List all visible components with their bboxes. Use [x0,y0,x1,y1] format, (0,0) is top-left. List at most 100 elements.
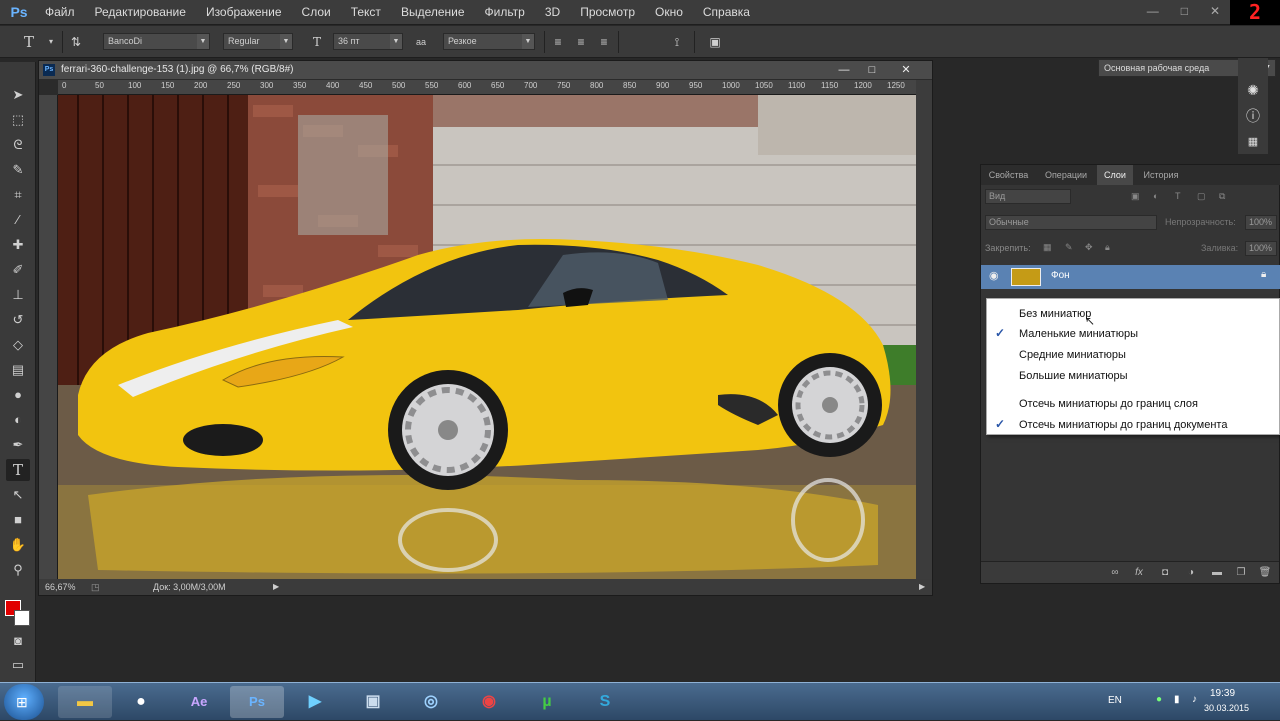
align-left-icon[interactable]: ≡ [549,33,567,51]
zoom-menu-icon[interactable]: ◳ [91,579,100,595]
blur-tool-icon[interactable]: ● [6,384,30,406]
taskbar-skype-icon[interactable]: S [578,686,632,718]
eraser-tool-icon[interactable]: ◇ [6,334,30,356]
tray-network-icon[interactable]: ▮ [1174,694,1180,705]
fill-field[interactable]: 100% [1245,241,1277,256]
font-style-select[interactable]: Regular ▼ [223,33,293,50]
new-group-icon[interactable]: ▬ [1209,565,1225,581]
taskbar-chrome-icon[interactable]: ◉ [462,686,516,718]
zoom-tool-icon[interactable]: ⚲ [6,559,30,581]
gradient-tool-icon[interactable]: ▤ [6,359,30,381]
taskbar-photoshop-icon[interactable]: Ps [230,686,284,718]
filter-pixel-icon[interactable]: ▣ [1131,191,1140,202]
crop-tool-icon[interactable]: ⌗ [6,184,30,206]
lasso-tool-icon[interactable]: ᘓ [6,134,30,156]
brush-tool-icon[interactable]: ✐ [6,259,30,281]
clock-date[interactable]: 30.03.2015 [1204,703,1249,713]
taskbar-utorrent-icon[interactable]: µ [520,686,574,718]
link-layers-icon[interactable]: ∞ [1107,565,1123,581]
type-tool-active-icon[interactable]: T [6,459,30,481]
menu-no-thumbnails[interactable]: Без миниатюр [1019,307,1091,321]
background-color-swatch[interactable] [14,610,30,626]
align-center-icon[interactable]: ≡ [572,33,590,51]
taskbar-terminal-icon[interactable]: ▣ [346,686,400,718]
lock-all-icon[interactable]: 🔒︎ [1105,242,1110,253]
new-layer-icon[interactable]: ❐ [1233,565,1249,581]
tray-volume-icon[interactable]: ♪ [1192,694,1197,705]
lock-position-icon[interactable]: ✥ [1085,242,1093,253]
antialias-select[interactable]: Резкое ▼ [443,33,535,50]
orientation-toggle-icon[interactable]: ⇅ [67,33,85,51]
menu-3d[interactable]: 3D [534,0,569,25]
path-select-tool-icon[interactable]: ↖ [6,484,30,506]
adjustments-icon[interactable]: ✺ [1243,80,1263,100]
font-family-select[interactable]: BancoDi ▼ [103,33,210,50]
menu-file[interactable]: Файл [34,0,84,25]
add-mask-icon[interactable]: ◘ [1157,565,1173,581]
rectangle-tool-icon[interactable]: ■ [6,509,30,531]
visibility-eye-icon[interactable]: ◉ [989,269,999,282]
menu-medium-thumbnails[interactable]: Средние миниатюры [1019,348,1126,362]
image-canvas[interactable] [58,95,916,579]
tool-preset-dropdown-icon[interactable]: ▾ [42,33,60,51]
layer-kind-filter[interactable]: Вид [985,189,1071,204]
menu-type[interactable]: Текст [340,0,390,25]
menu-large-thumbnails[interactable]: Большие миниатюры [1019,369,1128,383]
lock-pixels-icon[interactable]: ✎ [1065,242,1073,253]
maximize-button[interactable]: □ [1181,4,1188,18]
tab-history[interactable]: История [1135,165,1187,185]
language-indicator[interactable]: EN [1108,695,1122,706]
doc-minimize-button[interactable]: — [831,61,857,79]
history-brush-tool-icon[interactable]: ↺ [6,309,30,331]
blend-mode-select[interactable]: Обычные [985,215,1157,230]
align-right-icon[interactable]: ≡ [595,33,613,51]
minimize-button[interactable]: — [1147,4,1159,18]
delete-layer-icon[interactable]: 🗑︎ [1257,565,1273,581]
filter-smart-icon[interactable]: ⧉ [1219,191,1225,202]
filter-type-icon[interactable]: T [1175,191,1181,201]
quick-mask-icon[interactable]: ◙ [6,630,30,652]
lock-transparent-icon[interactable]: ▦ [1043,242,1052,253]
info-icon[interactable]: ⓘ [1243,106,1263,126]
character-panel-icon[interactable]: ▣ [706,33,724,51]
layer-style-icon[interactable]: fx [1131,565,1147,581]
type-tool-icon[interactable]: T [20,33,38,51]
menu-filter[interactable]: Фильтр [474,0,534,25]
font-size-select[interactable]: 36 пт ▼ [333,33,403,50]
menu-clip-to-document[interactable]: Отсечь миниатюры до границ документа [1019,418,1227,432]
menu-small-thumbnails[interactable]: Маленькие миниатюры [1019,327,1138,341]
taskbar-after-effects-icon[interactable]: Ae [172,686,226,718]
menu-select[interactable]: Выделение [390,0,474,25]
taskbar-cinema4d-icon[interactable]: ◎ [404,686,458,718]
tab-actions[interactable]: Операции [1038,165,1094,185]
taskbar-explorer-icon[interactable]: ▬ [58,686,112,718]
menu-clip-to-layer[interactable]: Отсечь миниатюры до границ слоя [1019,397,1198,411]
hand-tool-icon[interactable]: ✋ [6,534,30,556]
menu-layers[interactable]: Слои [291,0,340,25]
opacity-field[interactable]: 100% [1245,215,1277,230]
filter-shape-icon[interactable]: ▢ [1197,191,1206,202]
clone-stamp-tool-icon[interactable]: ⊥ [6,284,30,306]
zoom-level[interactable]: 66,67% [45,579,76,595]
clock-time[interactable]: 19:39 [1210,688,1235,699]
hscroll-right-icon[interactable]: ▶ [919,579,925,595]
close-button[interactable]: ✕ [1210,4,1220,18]
menu-edit[interactable]: Редактирование [84,0,195,25]
doc-close-button[interactable]: ✕ [893,61,919,79]
eyedropper-tool-icon[interactable]: ⁄ [6,209,30,231]
quick-select-tool-icon[interactable]: ✎ [6,159,30,181]
menu-window[interactable]: Окно [644,0,692,25]
doc-maximize-button[interactable]: □ [859,61,885,79]
healing-brush-tool-icon[interactable]: ✚ [6,234,30,256]
status-menu-arrow-icon[interactable]: ▶ [273,579,279,595]
taskbar-steam-icon[interactable]: ● [114,686,168,718]
menu-view[interactable]: Просмотр [569,0,644,25]
histogram-icon[interactable]: ▦ [1243,132,1263,152]
vertical-scrollbar[interactable] [916,80,932,579]
layer-row-background[interactable]: ◉ Фон 🔒︎ [981,265,1280,289]
dodge-tool-icon[interactable]: ◐ [6,409,30,431]
tab-layers[interactable]: Слои [1097,165,1133,185]
warp-text-icon[interactable]: ⟟ [668,33,686,51]
pen-tool-icon[interactable]: ✒ [6,434,30,456]
start-button[interactable]: ⊞ [4,684,44,720]
